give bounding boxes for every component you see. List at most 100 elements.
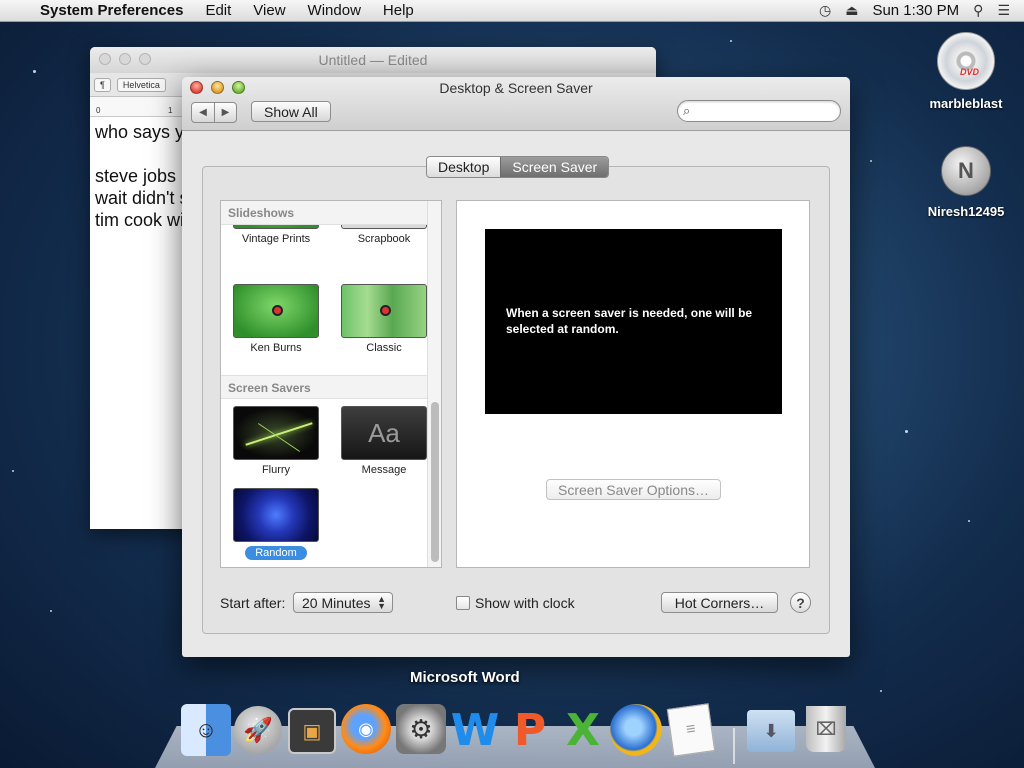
screensaver-label: Classic [366,342,402,354]
desktop-icon-label: Niresh12495 [927,204,1005,219]
search-field[interactable]: ⌕ [677,100,841,122]
slideshows-header: Slideshows [221,201,427,225]
window-controls [99,53,151,65]
microsoft-excel-icon[interactable]: X [558,704,608,756]
weather-icon[interactable] [610,704,662,756]
tab-desktop[interactable]: Desktop [427,157,501,177]
dock-separator [733,728,735,764]
screensaver-label: Scrapbook [357,233,411,245]
back-forward-buttons: ◀ ▶ [191,102,237,123]
bottom-controls: Start after: 20 Minutes ▲ ▼ Show with clo… [220,591,812,615]
system-preferences-icon[interactable]: ⚙ [396,704,446,754]
list-scrollbar[interactable] [427,201,441,567]
back-arrow-icon[interactable]: ◀ [192,103,214,122]
ladybug-icon [380,305,391,316]
screensaver-label: Ken Burns [250,342,302,354]
star [730,40,732,42]
screensaver-list[interactable]: Vintage Prints Scrapbook Slideshows Ken … [220,200,442,568]
start-after-popup[interactable]: 20 Minutes ▲ ▼ [293,592,393,613]
screensaver-options-button[interactable]: Screen Saver Options… [546,479,721,500]
forward-arrow-icon[interactable]: ▶ [214,103,236,122]
launchpad-icon[interactable]: 🚀 [234,706,282,754]
flurry-thumbnail [233,406,319,460]
tab-segmented-control: Desktop Screen Saver [426,156,610,178]
show-with-clock-label: Show with clock [475,595,575,611]
dvd-icon: DVD [937,32,995,90]
screensaver-label: Flurry [261,464,291,476]
desktop-screensaver-window[interactable]: Desktop & Screen Saver ◀ ▶ Show All ⌕ De… [182,77,850,657]
spotlight-search-icon[interactable]: ⚲ [973,2,983,19]
show-with-clock-checkbox[interactable]: Show with clock [456,595,575,611]
desktop-icon-niresh[interactable]: N Niresh12495 [921,146,1011,219]
popup-arrows-icon: ▲ ▼ [377,594,386,611]
trash-icon[interactable]: ⌧ [806,706,846,752]
screensaver-label: Message [361,464,407,476]
random-thumbnail [233,488,319,542]
checkbox-box[interactable] [456,596,470,610]
search-input[interactable] [700,103,832,117]
menu-window[interactable]: Window [308,2,361,19]
finder-icon[interactable]: ☺ [181,704,231,756]
textedit-edited: — Edited [369,52,428,68]
screensaver-label-selected: Random [245,546,307,560]
hot-corners-button[interactable]: Hot Corners… [661,592,778,613]
star [50,610,52,612]
star [33,70,36,73]
menu-edit[interactable]: Edit [205,2,231,19]
help-button[interactable]: ? [790,592,811,613]
ruler-mark: 1 [168,106,173,115]
microsoft-powerpoint-icon[interactable]: P [505,704,555,756]
photo-booth-icon[interactable]: ▣ [288,708,336,754]
menubar-clock[interactable]: Sun 1:30 PM [872,2,959,19]
screensaver-classic[interactable]: Classic [334,284,434,354]
firefox-icon[interactable]: ◉ [341,704,391,754]
font-popup[interactable]: Helvetica [116,77,166,92]
time-machine-icon[interactable]: ◷ [819,2,831,19]
minimize-button[interactable] [119,53,131,65]
eject-icon[interactable]: ⏏ [845,2,858,19]
screensaver-preview: When a screen saver is needed, one will … [485,229,782,414]
disk-image-icon: N [941,146,991,196]
close-button[interactable] [99,53,111,65]
star [905,430,908,433]
star [870,160,872,162]
screensaver-message[interactable]: Aa Message [334,406,434,476]
downloads-folder-icon[interactable]: ⬇ [747,710,795,752]
preview-message: When a screen saver is needed, one will … [506,306,753,336]
search-icon: ⌕ [683,103,691,118]
textedit-icon[interactable]: ≡ [666,703,716,757]
preview-area: When a screen saver is needed, one will … [456,200,810,568]
menu-help[interactable]: Help [383,2,414,19]
ladybug-icon [272,305,283,316]
menubar: System Preferences Edit View Window Help… [0,0,1024,22]
classic-thumbnail [341,284,427,338]
ken-burns-thumbnail [233,284,319,338]
message-thumbnail: Aa [341,406,427,460]
window-toolbar[interactable]: Desktop & Screen Saver ◀ ▶ Show All ⌕ [182,77,850,131]
start-after-value: 20 Minutes [302,595,371,611]
screensaver-label: Vintage Prints [241,233,311,245]
star [12,470,14,472]
textedit-titlebar[interactable]: Untitled — Edited [90,47,656,73]
notification-list-icon[interactable]: ☰ [997,2,1010,19]
screen-savers-header: Screen Savers [221,375,427,399]
desktop-icon-label: marbleblast [929,96,1003,111]
desktop-icon-marbleblast[interactable]: DVD marbleblast [921,32,1011,111]
style-popup[interactable]: ¶ [94,77,111,92]
window-title: Desktop & Screen Saver [439,80,593,96]
zoom-button[interactable] [139,53,151,65]
start-after-label: Start after: [220,595,286,611]
star [880,690,882,692]
tab-screen-saver[interactable]: Screen Saver [500,157,609,177]
screensaver-flurry[interactable]: Flurry [226,406,326,476]
screensaver-ken-burns[interactable]: Ken Burns [226,284,326,354]
show-all-button[interactable]: Show All [251,101,331,122]
star [968,520,970,522]
menu-app-name[interactable]: System Preferences [40,2,183,19]
scrollbar-thumb[interactable] [431,402,439,562]
menu-view[interactable]: View [253,2,285,19]
dock-hover-label: Microsoft Word [410,669,520,686]
microsoft-word-icon[interactable]: W [450,704,500,756]
ruler-mark: 0 [96,106,101,115]
screensaver-random[interactable]: Random [226,488,326,560]
